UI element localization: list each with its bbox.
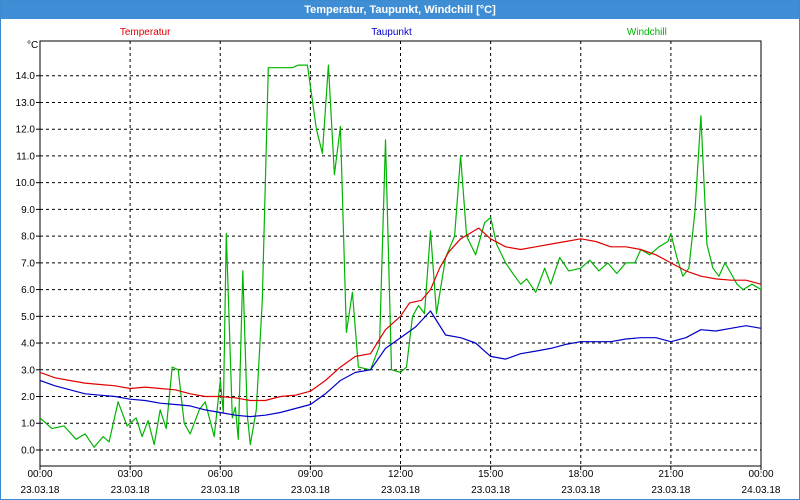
x-tick-time-label: 00:00 bbox=[27, 469, 52, 480]
legend-label-temperatur: Temperatur bbox=[120, 27, 171, 38]
y-tick-label: 12.0 bbox=[16, 125, 36, 136]
y-tick-label: 13.0 bbox=[16, 98, 36, 109]
y-tick-labels: 0.0 1.0 2.0 3.0 4.0 5.0 6.0 7.0 8.0 9.0 10.0 11.0 12… bbox=[16, 71, 36, 456]
legend: Temperatur Taupunkt Windchill bbox=[120, 27, 667, 38]
y-tick-label: 2.0 bbox=[21, 392, 35, 403]
y-tick-label: 4.0 bbox=[21, 339, 35, 350]
y-tick-label: 8.0 bbox=[21, 232, 35, 243]
y-tick-label: 14.0 bbox=[16, 71, 36, 82]
x-tick-date-label: 24.03.18 bbox=[742, 485, 781, 496]
x-tick-time-label: 21:00 bbox=[658, 469, 683, 480]
x-tick-date-label: 23.03.18 bbox=[651, 485, 690, 496]
x-tick-time-label: 09:00 bbox=[298, 469, 323, 480]
x-tick-time-label: 18:00 bbox=[568, 469, 593, 480]
y-tick-label: 0.0 bbox=[21, 445, 35, 456]
x-tick-date-label: 23.03.18 bbox=[471, 485, 510, 496]
x-tick-date-label: 23.03.18 bbox=[201, 485, 240, 496]
y-tick-label: 6.0 bbox=[21, 285, 35, 296]
y-tick-label: 10.0 bbox=[16, 178, 36, 189]
chart-window: Temperatur, Taupunkt, Windchill [°C] 0.0… bbox=[0, 0, 800, 500]
x-tick-time-label: 03:00 bbox=[118, 469, 143, 480]
chart: 0.0 1.0 2.0 3.0 4.0 5.0 6.0 7.0 8.0 9.0 10.0 11.0 12… bbox=[16, 27, 781, 496]
x-tick-date-label: 23.03.18 bbox=[381, 485, 420, 496]
x-tick-time-label: 00:00 bbox=[748, 469, 773, 480]
x-tick-date-label: 23.03.18 bbox=[21, 485, 60, 496]
y-tick-label: 9.0 bbox=[21, 205, 35, 216]
x-tick-date-label: 23.03.18 bbox=[291, 485, 330, 496]
y-tick-label: 1.0 bbox=[21, 419, 35, 430]
x-tick-date-label: 23.03.18 bbox=[561, 485, 600, 496]
y-tick-label: 7.0 bbox=[21, 258, 35, 269]
x-tick-time-label: 15:00 bbox=[478, 469, 503, 480]
series-line-windchill bbox=[40, 64, 761, 448]
x-tick-date-label: 23.03.18 bbox=[111, 485, 150, 496]
series-line-taupunkt bbox=[40, 310, 761, 418]
y-tick-label: 3.0 bbox=[21, 365, 35, 376]
x-tick-time-label: 06:00 bbox=[208, 469, 233, 480]
y-tick-label: 11.0 bbox=[16, 151, 35, 162]
x-tick-time-label: 12:00 bbox=[388, 469, 413, 480]
x-tick-labels: 00:00 23.03.18 03:00 23.03.18 06:00 23.03.18 0… bbox=[21, 469, 781, 496]
series-lines bbox=[40, 64, 761, 448]
grid bbox=[36, 41, 762, 470]
y-tick-label: 5.0 bbox=[21, 312, 35, 323]
legend-label-taupunkt: Taupunkt bbox=[371, 27, 412, 38]
window-title: Temperatur, Taupunkt, Windchill [°C] bbox=[1, 1, 799, 19]
legend-label-windchill: Windchill bbox=[627, 27, 667, 38]
y-axis-unit: °C bbox=[27, 40, 38, 51]
